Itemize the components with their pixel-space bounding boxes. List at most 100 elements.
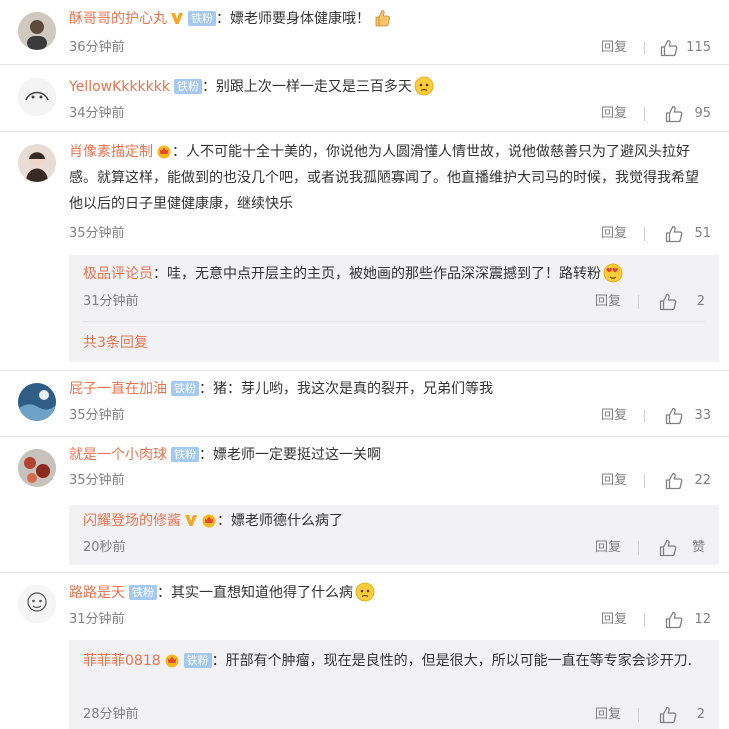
username-link[interactable]: 酥哥哥的护心丸 [69,11,167,27]
more-replies-link[interactable]: 共3条回复 [83,332,148,352]
separator [644,474,645,488]
comment-meta: 31分钟前 回复 12 [69,610,711,630]
reply-button[interactable]: 回复 [601,38,627,58]
like-button[interactable]: 51 [664,224,711,244]
username-link[interactable]: 极品评论员 [83,266,153,282]
reply-button[interactable]: 回复 [601,406,627,426]
reply-button[interactable]: 回复 [601,610,627,630]
reply-line: 极品评论员：哇，无意中点开层主的主页，被她画的那些作品深深震撼到了！路转粉 [83,261,705,287]
like-count: 22 [694,473,711,488]
comment-meta: 34分钟前 回复 95 [69,104,711,124]
timestamp: 36分钟前 [69,40,125,55]
like-count: 赞 [691,540,705,555]
like-button[interactable]: 赞 [658,538,705,558]
reply-button[interactable]: 回复 [601,224,627,244]
comment-meta: 35分钟前 回复 22 [69,471,711,491]
fan-crown-icon [164,652,180,668]
thumbs-up-icon [664,610,684,630]
avatar[interactable] [18,144,56,182]
like-button[interactable]: 22 [664,471,711,491]
divider [0,64,729,65]
avatar[interactable] [18,383,56,421]
comment-line: 就是一个小肉球 铁粉 ：嫖老师一定要挺过这一关啊 [69,442,711,468]
timestamp: 34分钟前 [69,106,125,121]
separator [638,708,639,722]
fan-crown-icon [201,512,217,528]
thumbs-up-icon [664,224,684,244]
comment-meta: 35分钟前 回复 51 [69,224,711,244]
reply-meta: 28分钟前 回复 2 [83,705,705,725]
comment-line: 屁子一直在加油 铁粉 ：猪：芽儿哟，我这次是真的裂开，兄弟们等我 [69,376,711,402]
like-button[interactable]: 95 [664,104,711,124]
reply-button[interactable]: 回复 [601,104,627,124]
separator [644,613,645,627]
username-link[interactable]: 闪耀登场的修酱 [83,513,181,529]
avatar[interactable] [18,449,56,487]
fan-badge: 铁粉 [171,447,199,462]
like-button[interactable]: 115 [659,38,711,58]
like-count: 51 [694,226,711,241]
reply-box: 闪耀登场的修酱 ：嫖老师德什么病了 20秒前 回复 赞 [69,505,719,565]
thumbs-up-icon [658,705,678,725]
like-count: 115 [686,40,711,55]
comment-line: YellowKkkkkkk 铁粉 ：别跟上次一样一走又是三百多天 [69,74,711,100]
username-link[interactable]: 屁子一直在加油 [69,381,167,397]
avatar[interactable] [18,585,56,623]
divider [0,436,729,437]
reply-text: ：肝部有个肿瘤，现在是良性的，但是很大，所以可能一直在等专家会诊开刀. [211,653,693,669]
separator [644,107,645,121]
sad-face-emoji [414,76,434,96]
comment-line: 路路是天 铁粉 ：其实一直想知道他得了什么病 [69,580,711,606]
fan-badge: 铁粉 [129,585,157,600]
username-link[interactable]: 路路是天 [69,585,125,601]
reply-button[interactable]: 回复 [601,471,627,491]
like-button[interactable]: 33 [664,406,711,426]
avatar[interactable] [18,12,56,50]
like-count: 2 [696,294,705,309]
fan-crown-icon [156,143,172,159]
avatar[interactable] [18,78,56,116]
worried-face-emoji [355,582,375,602]
fan-badge: 铁粉 [183,653,212,668]
timestamp: 35分钟前 [69,408,125,423]
timestamp: 31分钟前 [83,294,139,309]
timestamp: 35分钟前 [69,473,125,488]
like-count: 33 [694,408,711,423]
reply-button[interactable]: 回复 [595,538,621,558]
divider [83,321,705,322]
thumbs-up-icon [664,104,684,124]
comment-meta: 35分钟前 回复 33 [69,406,711,426]
reply-box: 极品评论员：哇，无意中点开层主的主页，被她画的那些作品深深震撼到了！路转粉 31… [69,255,719,362]
divider [0,572,729,573]
reply-meta: 31分钟前 回复 2 [83,292,705,312]
timestamp: 28分钟前 [83,707,139,722]
like-button[interactable]: 2 [658,292,705,312]
verified-v-icon [184,513,198,527]
reply-button[interactable]: 回复 [595,705,621,725]
comment-text: ：猪：芽儿哟，我这次是真的裂开，兄弟们等我 [199,381,493,397]
username-link[interactable]: 菲菲菲0818 [83,653,161,669]
comment-line: 酥哥哥的护心丸 铁粉 ：嫖老师要身体健康哦！ [69,6,711,32]
username-link[interactable]: 就是一个小肉球 [69,447,167,463]
reply-text: ：哇，无意中点开层主的主页，被她画的那些作品深深震撼到了！路转粉 [153,266,601,282]
divider [0,370,729,371]
reply-text: ：嫖老师德什么病了 [217,513,343,529]
verified-v-icon [170,11,184,25]
comment-text: ：别跟上次一样一走又是三百多天 [201,79,412,95]
thumbs-up-icon [659,38,679,58]
reply-button[interactable]: 回复 [595,292,621,312]
username-link[interactable]: YellowKkkkkkk [69,79,170,95]
separator [644,41,645,55]
thumbs-up-icon [658,292,678,312]
like-count: 95 [694,106,711,121]
like-count: 12 [694,612,711,627]
username-link[interactable]: 肖像素描定制 [69,144,153,160]
timestamp: 20秒前 [83,540,126,555]
like-button[interactable]: 2 [658,705,705,725]
reply-meta: 20秒前 回复 赞 [83,538,705,558]
like-button[interactable]: 12 [664,610,711,630]
comment-meta: 36分钟前 回复 115 [69,38,711,58]
fan-badge: 铁粉 [173,79,202,94]
thumbs-up-icon [664,471,684,491]
heart-eyes-emoji [603,263,623,283]
